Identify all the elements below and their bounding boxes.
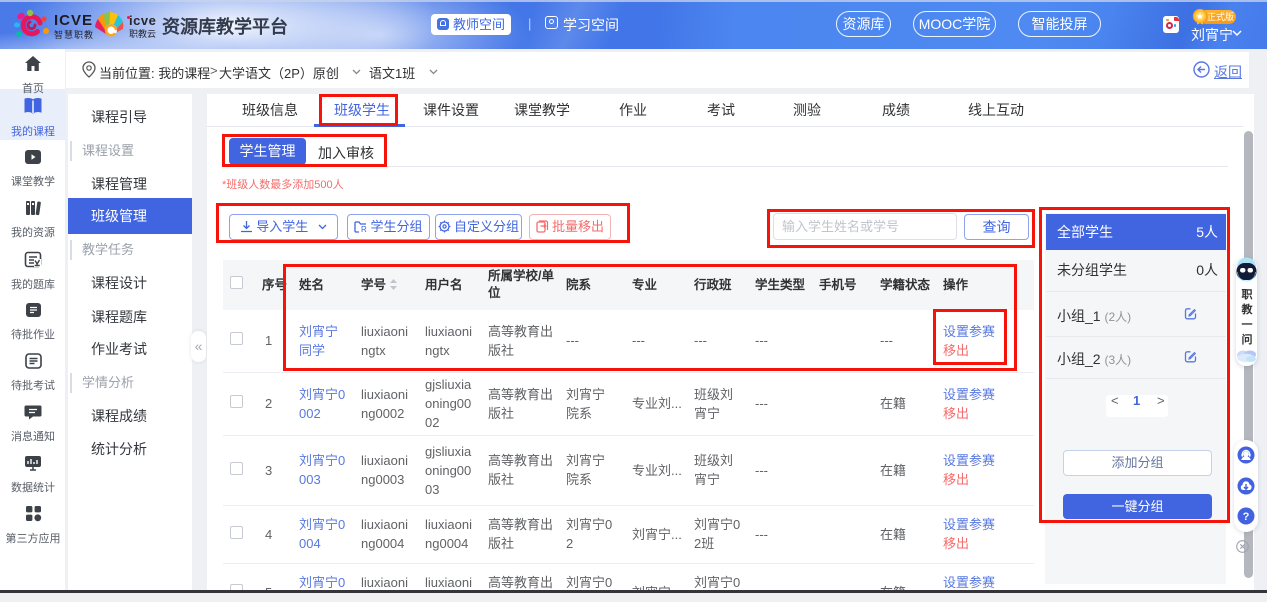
- svg-text:R: R: [361, 225, 367, 233]
- svg-text:?: ?: [1243, 511, 1250, 523]
